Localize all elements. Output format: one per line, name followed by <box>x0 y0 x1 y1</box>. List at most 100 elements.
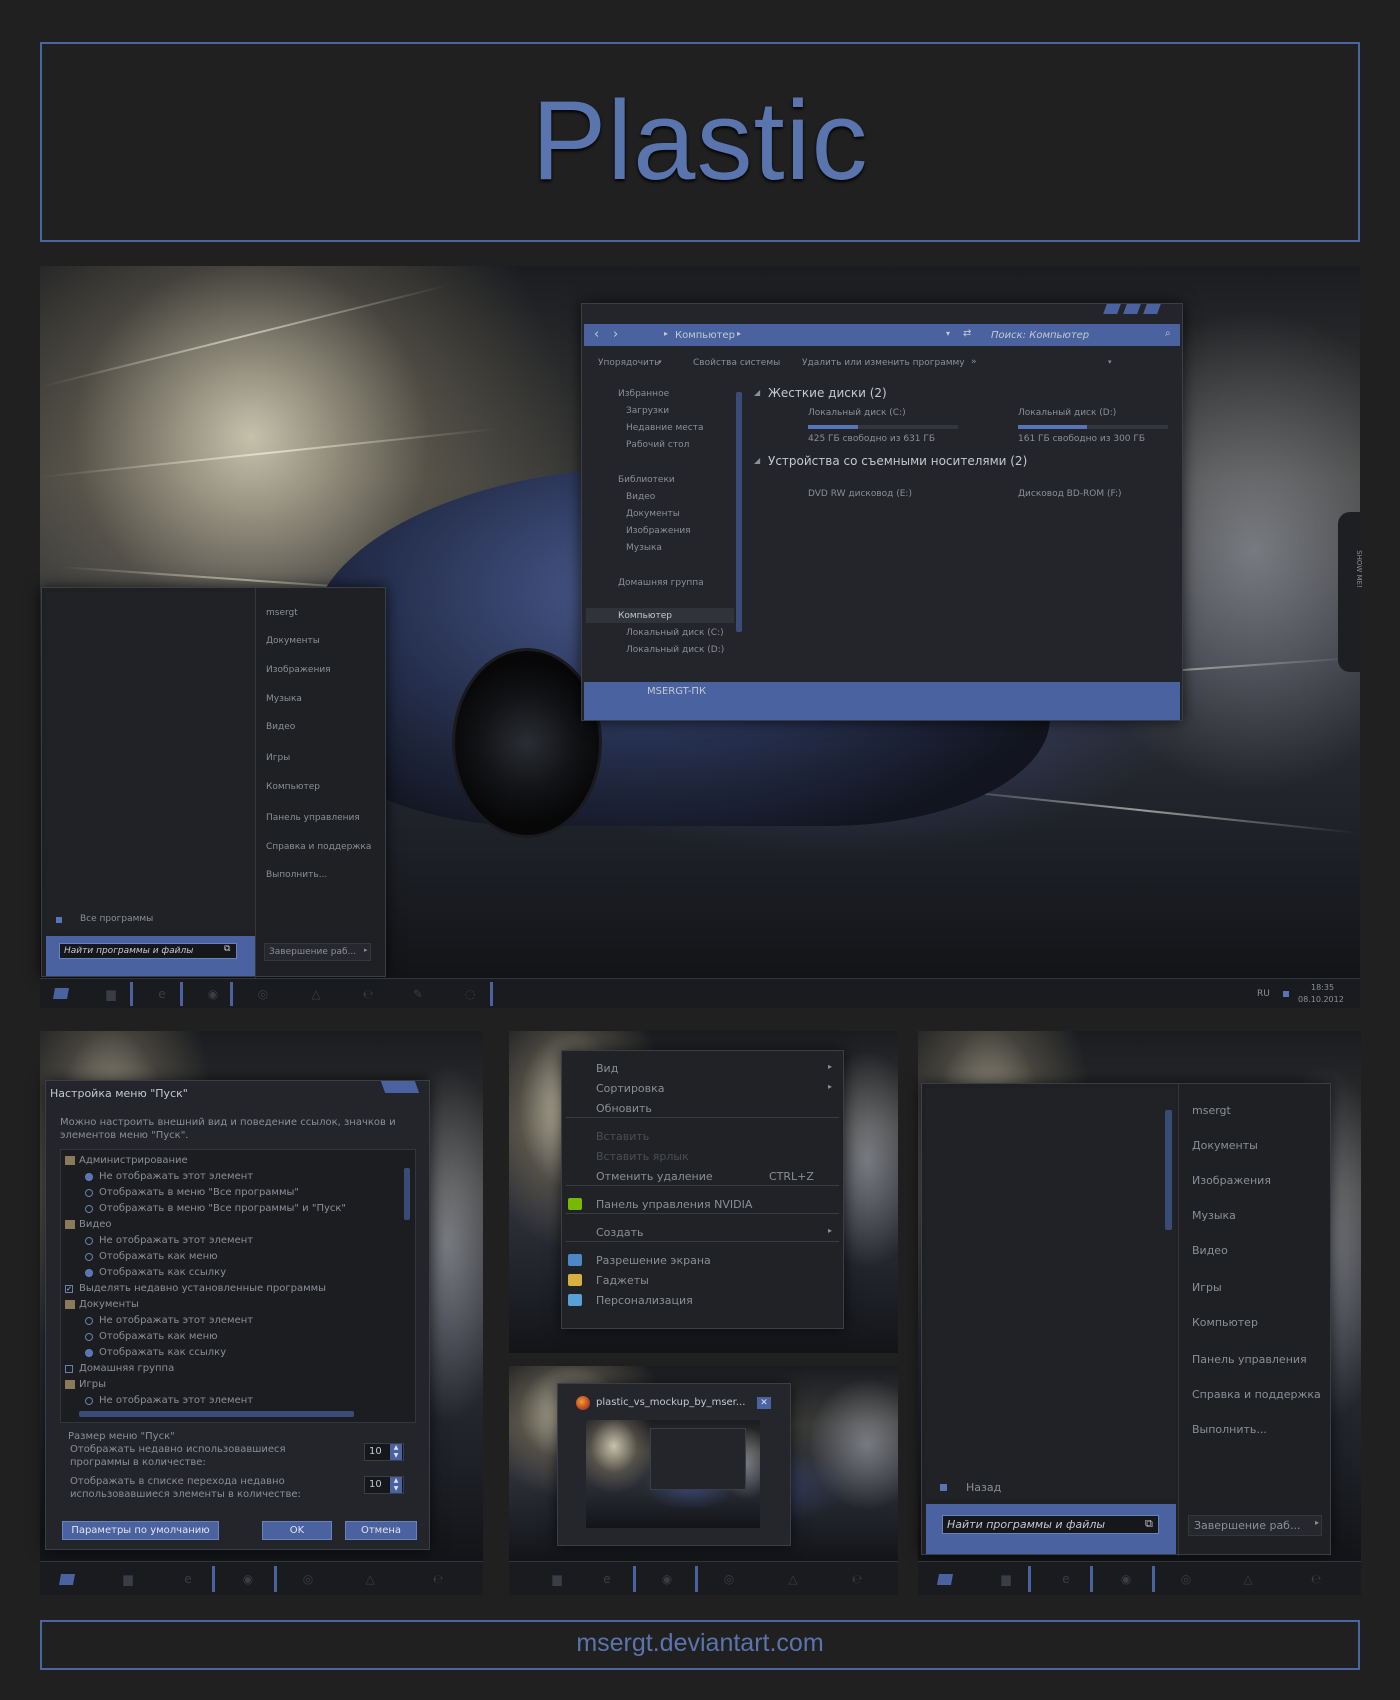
nav-computer[interactable]: Компьютер <box>618 611 672 621</box>
start-button[interactable] <box>937 1574 953 1585</box>
nav-homegroup[interactable]: Домашняя группа <box>618 578 704 588</box>
footer-url[interactable]: msergt.deviantart.com <box>0 1629 1400 1658</box>
start-item-pictures[interactable]: Изображения <box>1192 1174 1271 1187</box>
start-item-video[interactable]: Видео <box>266 722 295 732</box>
triangle-app-icon[interactable]: △ <box>308 987 324 1001</box>
taskbar-thumbnail-popup[interactable]: plastic_vs_mockup_by_mser... ✕ <box>557 1383 791 1546</box>
tree-row[interactable]: ✓ Выделять недавно установленные программ… <box>61 1282 397 1297</box>
radio-icon[interactable] <box>85 1397 93 1405</box>
start-button[interactable] <box>59 1574 75 1585</box>
tree-row[interactable]: Домашняя группа <box>61 1362 397 1377</box>
start-item-user[interactable]: msergt <box>1192 1104 1231 1117</box>
start-menu[interactable]: msergt Документы Изображения Музыка Виде… <box>41 587 386 978</box>
tree-row[interactable]: Администрирование <box>61 1154 397 1169</box>
ie-icon[interactable]: e <box>180 1572 196 1586</box>
start-item-computer[interactable]: Компьютер <box>266 782 320 792</box>
tree-row[interactable]: Не отображать этот элемент <box>61 1394 397 1409</box>
ie-icon[interactable]: e <box>154 987 170 1001</box>
nav-item-pictures[interactable]: Изображения <box>626 526 691 536</box>
clock-date[interactable]: 08.10.2012 <box>1298 995 1344 1004</box>
skype-icon[interactable]: ◌ <box>462 987 478 1001</box>
collapse-icon[interactable]: ◢ <box>754 456 760 465</box>
explorer-window[interactable]: ‹ › ▸ Компьютер ▸ ▾ ⇄ Поиск: Компьютер ⌕… <box>581 303 1183 721</box>
radio-icon[interactable] <box>85 1205 93 1213</box>
spinner-arrows-icon[interactable]: ▲ ▼ <box>390 1444 402 1460</box>
drive-e[interactable]: DVD RW дисковод (E:) <box>808 489 912 499</box>
radio-icon[interactable] <box>85 1333 93 1341</box>
chrome-icon[interactable]: ◎ <box>1178 1572 1194 1586</box>
programs-scrollbar[interactable] <box>1165 1110 1172 1230</box>
context-menu-item[interactable]: Создать ▸ <box>562 1223 843 1241</box>
forward-icon[interactable]: › <box>613 327 618 342</box>
radio-icon[interactable] <box>85 1253 93 1261</box>
start-item-pictures[interactable]: Изображения <box>266 665 331 675</box>
back-icon[interactable]: ‹ <box>594 327 599 342</box>
tray-network-icon[interactable] <box>1283 991 1289 997</box>
folder-icon[interactable]: ▆ <box>998 1572 1014 1586</box>
all-programs[interactable]: Все программы <box>80 914 153 924</box>
nav-item-drive-d[interactable]: Локальный диск (D:) <box>626 645 724 655</box>
tree-row[interactable]: Не отображать этот элемент <box>61 1234 397 1249</box>
triangle-app-icon[interactable]: △ <box>362 1572 378 1586</box>
firefox-icon[interactable]: ◉ <box>659 1572 675 1586</box>
folder-icon[interactable]: ▆ <box>549 1572 565 1586</box>
nav-item-music[interactable]: Музыка <box>626 543 662 553</box>
radio-icon[interactable] <box>85 1189 93 1197</box>
context-menu-item[interactable]: Отменить удаление CTRL+Z <box>562 1167 843 1185</box>
language-indicator[interactable]: RU <box>1257 989 1270 999</box>
start-item-games[interactable]: Игры <box>266 753 290 763</box>
search-go-icon[interactable]: ⧉ <box>1145 1517 1153 1531</box>
nav-item-video[interactable]: Видео <box>626 492 655 502</box>
context-menu-item[interactable]: Разрешение экрана <box>562 1251 843 1269</box>
context-menu-item[interactable]: Обновить <box>562 1099 843 1117</box>
context-menu-item[interactable]: Панель управления NVIDIA <box>562 1195 843 1213</box>
collapse-icon[interactable]: ◢ <box>754 388 760 397</box>
start-search-input[interactable]: Найти программы и файлы <box>942 1515 1159 1534</box>
shutdown-options-icon[interactable]: ▸ <box>1315 1518 1319 1527</box>
triangle-app-icon[interactable]: △ <box>785 1572 801 1586</box>
shutdown-options-icon[interactable]: ▸ <box>364 946 368 954</box>
context-menu-item[interactable]: Гаджеты <box>562 1271 843 1289</box>
start-item-run[interactable]: Выполнить... <box>266 870 327 880</box>
tree-row[interactable]: Отображать в меню "Все программы" и "Пус… <box>61 1202 397 1217</box>
ie-icon[interactable]: e <box>1058 1572 1074 1586</box>
tree-h-scrollbar[interactable] <box>79 1411 354 1417</box>
start-menu-large[interactable]: msergt Документы Изображения Музыка Виде… <box>921 1083 1331 1556</box>
nav-item-documents[interactable]: Документы <box>626 509 680 519</box>
start-item-video[interactable]: Видео <box>1192 1244 1228 1257</box>
radio-icon[interactable] <box>85 1269 93 1277</box>
defaults-button[interactable]: Параметры по умолчанию <box>62 1521 219 1540</box>
opera-icon[interactable]: ℮ <box>1308 1572 1324 1586</box>
firefox-icon[interactable]: ◉ <box>1118 1572 1134 1586</box>
search-input[interactable]: Поиск: Компьютер <box>991 330 1089 341</box>
refresh-icon[interactable]: ⇄ <box>963 328 971 339</box>
triangle-app-icon[interactable]: △ <box>1240 1572 1256 1586</box>
folder-icon[interactable]: ▆ <box>103 987 119 1001</box>
cancel-button[interactable]: Отмена <box>345 1521 417 1540</box>
clock-time[interactable]: 18:35 <box>1311 983 1334 992</box>
checkbox-icon[interactable]: ✓ <box>65 1285 73 1293</box>
start-item-music[interactable]: Музыка <box>266 694 302 704</box>
customize-start-dialog[interactable]: Настройка меню "Пуск" Можно настроить вн… <box>45 1080 430 1550</box>
nav-item-recent[interactable]: Недавние места <box>626 423 704 433</box>
tree-v-scrollbar[interactable] <box>404 1168 410 1220</box>
chrome-icon[interactable]: ◎ <box>721 1572 737 1586</box>
start-search-input[interactable]: Найти программы и файлы <box>59 943 237 959</box>
nav-scrollbar[interactable] <box>736 392 742 632</box>
tree-row[interactable]: Не отображать этот элемент <box>61 1314 397 1329</box>
tree-row[interactable]: Отображать как ссылку <box>61 1266 397 1281</box>
start-item-games[interactable]: Игры <box>1192 1281 1222 1294</box>
context-menu-item[interactable]: Вид ▸ <box>562 1059 843 1077</box>
firefox-icon[interactable]: ◉ <box>205 987 221 1001</box>
start-item-documents[interactable]: Документы <box>266 636 320 646</box>
tree-row[interactable]: Видео <box>61 1218 397 1233</box>
tree-row[interactable]: Отображать в меню "Все программы" <box>61 1186 397 1201</box>
back-item[interactable]: Назад <box>966 1481 1001 1494</box>
opera-icon[interactable]: ℮ <box>430 1572 446 1586</box>
side-tab[interactable] <box>1338 512 1360 672</box>
start-item-control-panel[interactable]: Панель управления <box>1192 1353 1307 1366</box>
context-menu-item[interactable]: Персонализация <box>562 1291 843 1309</box>
ie-icon[interactable]: e <box>599 1572 615 1586</box>
tree-row[interactable]: Отображать как меню <box>61 1250 397 1265</box>
tree-row[interactable]: Отображать как ссылку <box>61 1346 397 1361</box>
